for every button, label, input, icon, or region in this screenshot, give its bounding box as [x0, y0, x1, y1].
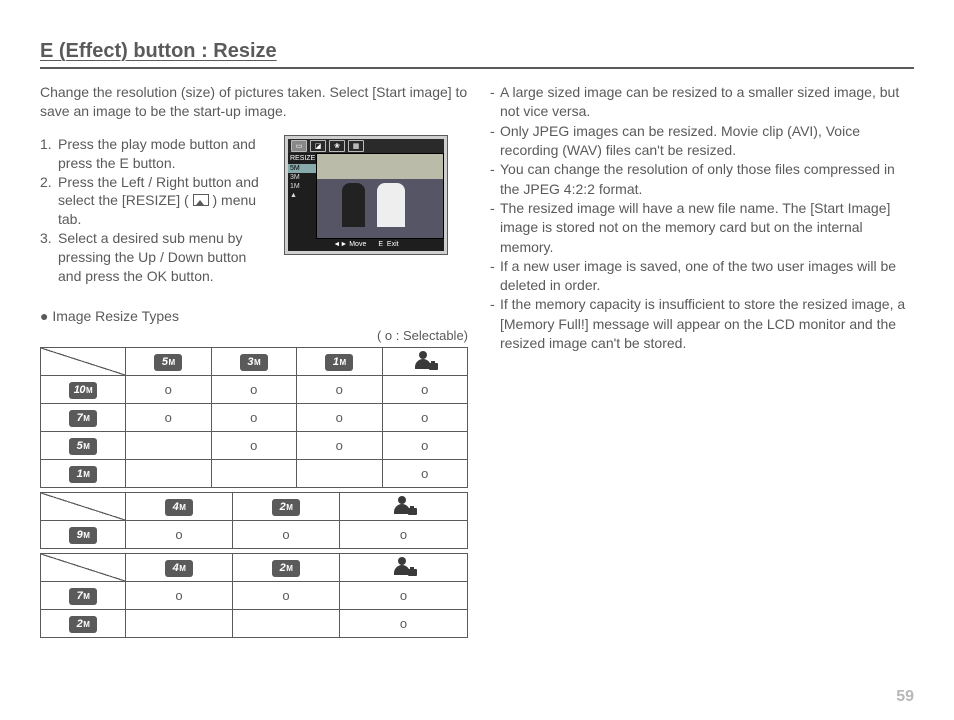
- row-2m-icon: 2M: [41, 609, 126, 637]
- table-cell: o: [126, 375, 212, 403]
- row-5m-icon: 5M: [41, 431, 126, 459]
- note-item: - The resized image will have a new file…: [490, 199, 914, 257]
- col-1m-icon: 1M: [297, 347, 383, 375]
- resize-types-label: ● Image Resize Types: [40, 308, 470, 324]
- diagonal-cell: [41, 493, 125, 520]
- resize-table-2: 4M 2M 9M o o o: [40, 492, 468, 549]
- table-cell: o: [126, 520, 233, 548]
- table-cell: o: [233, 581, 340, 609]
- table-cell: o: [382, 403, 468, 431]
- lcd-sidebar: RESIZE 5M 3M 1M ▲: [288, 153, 316, 239]
- steps-list: 1. Press the play mode button and press …: [40, 135, 270, 286]
- row-7m-icon: 7M: [41, 403, 126, 431]
- step-3: 3. Select a desired sub menu by pressing…: [40, 229, 270, 286]
- step-number: 3.: [40, 229, 58, 286]
- col-start-image-icon: [382, 347, 468, 375]
- table-cell: o: [297, 431, 383, 459]
- table-cell: [211, 459, 297, 487]
- row-7m-icon: 7M: [41, 581, 126, 609]
- table-cell: o: [211, 431, 297, 459]
- lcd-tab-resize-icon: ▭: [291, 140, 307, 152]
- note-item: -You can change the resolution of only t…: [490, 160, 914, 199]
- lcd-footer-e: E: [378, 241, 383, 248]
- table-cell: [297, 459, 383, 487]
- col-4m-icon: 4M: [126, 553, 233, 581]
- table-cell: o: [382, 375, 468, 403]
- step-text: Press the play mode button and press the…: [58, 135, 270, 173]
- diagonal-cell: [41, 348, 125, 375]
- table-cell: o: [340, 609, 468, 637]
- diagonal-cell: [41, 554, 125, 581]
- table-cell: o: [340, 581, 468, 609]
- step-text: Press the Left / Right button and select…: [58, 173, 270, 230]
- resize-table-1: 5M 3M 1M 10M o o o o 7M o o o o 5M: [40, 347, 468, 488]
- table-cell: o: [382, 431, 468, 459]
- lcd-option-person-icon: ▲: [288, 191, 316, 200]
- step-number: 1.: [40, 135, 58, 173]
- col-5m-icon: 5M: [126, 347, 212, 375]
- note-item: -A large sized image can be resized to a…: [490, 83, 914, 122]
- table-cell: o: [382, 459, 468, 487]
- table-cell: o: [126, 581, 233, 609]
- lcd-photo-preview: [316, 153, 444, 239]
- col-2m-icon: 2M: [233, 492, 340, 520]
- selectable-legend: ( o : Selectable): [40, 328, 468, 343]
- step-2: 2. Press the Left / Right button and sel…: [40, 173, 270, 230]
- lcd-footer: ◄► Move E Exit: [288, 239, 444, 251]
- col-2m-icon: 2M: [233, 553, 340, 581]
- table-cell: [233, 609, 340, 637]
- lcd-footer-move: Move: [349, 241, 366, 248]
- step-number: 2.: [40, 173, 58, 230]
- table-cell: o: [126, 403, 212, 431]
- lcd-option: 5M: [288, 164, 316, 173]
- col-start-image-icon: [340, 553, 468, 581]
- lcd-tab-icon: ▦: [348, 140, 364, 152]
- page-number: 59: [896, 688, 914, 706]
- col-start-image-icon: [340, 492, 468, 520]
- row-9m-icon: 9M: [41, 520, 126, 548]
- lcd-mockup: ▭ ◪ ❀ ▦ RESIZE 5M 3M 1M ▲ ◄► Mo: [284, 135, 448, 255]
- lcd-tab-icon: ❀: [329, 140, 345, 152]
- row-1m-icon: 1M: [41, 459, 126, 487]
- step-1: 1. Press the play mode button and press …: [40, 135, 270, 173]
- lcd-sidebar-header: RESIZE: [288, 153, 316, 164]
- table-cell: o: [297, 375, 383, 403]
- note-item: -Only JPEG images can be resized. Movie …: [490, 122, 914, 161]
- table-cell: o: [211, 375, 297, 403]
- table-cell: [126, 609, 233, 637]
- lcd-top-tabs: ▭ ◪ ❀ ▦: [288, 139, 444, 153]
- page-title: E (Effect) button : Resize: [40, 40, 914, 69]
- note-item: -If a new user image is saved, one of th…: [490, 257, 914, 296]
- lcd-footer-exit: Exit: [387, 241, 399, 248]
- table-cell: o: [211, 403, 297, 431]
- intro-text: Change the resolution (size) of pictures…: [40, 83, 470, 121]
- col-3m-icon: 3M: [211, 347, 297, 375]
- notes-list: -A large sized image can be resized to a…: [490, 83, 914, 353]
- table-cell: [126, 431, 212, 459]
- lcd-option: 1M: [288, 182, 316, 191]
- table-cell: o: [340, 520, 468, 548]
- lcd-option: 3M: [288, 173, 316, 182]
- lcd-tab-icon: ◪: [310, 140, 326, 152]
- table-cell: o: [233, 520, 340, 548]
- table-cell: [126, 459, 212, 487]
- row-10m-icon: 10M: [41, 375, 126, 403]
- col-4m-icon: 4M: [126, 492, 233, 520]
- step-text: Select a desired sub menu by pressing th…: [58, 229, 270, 286]
- table-cell: o: [297, 403, 383, 431]
- resize-icon: [193, 194, 209, 206]
- note-item: -If the memory capacity is insufficient …: [490, 295, 914, 353]
- resize-table-3: 4M 2M 7M o o o 2M o: [40, 553, 468, 638]
